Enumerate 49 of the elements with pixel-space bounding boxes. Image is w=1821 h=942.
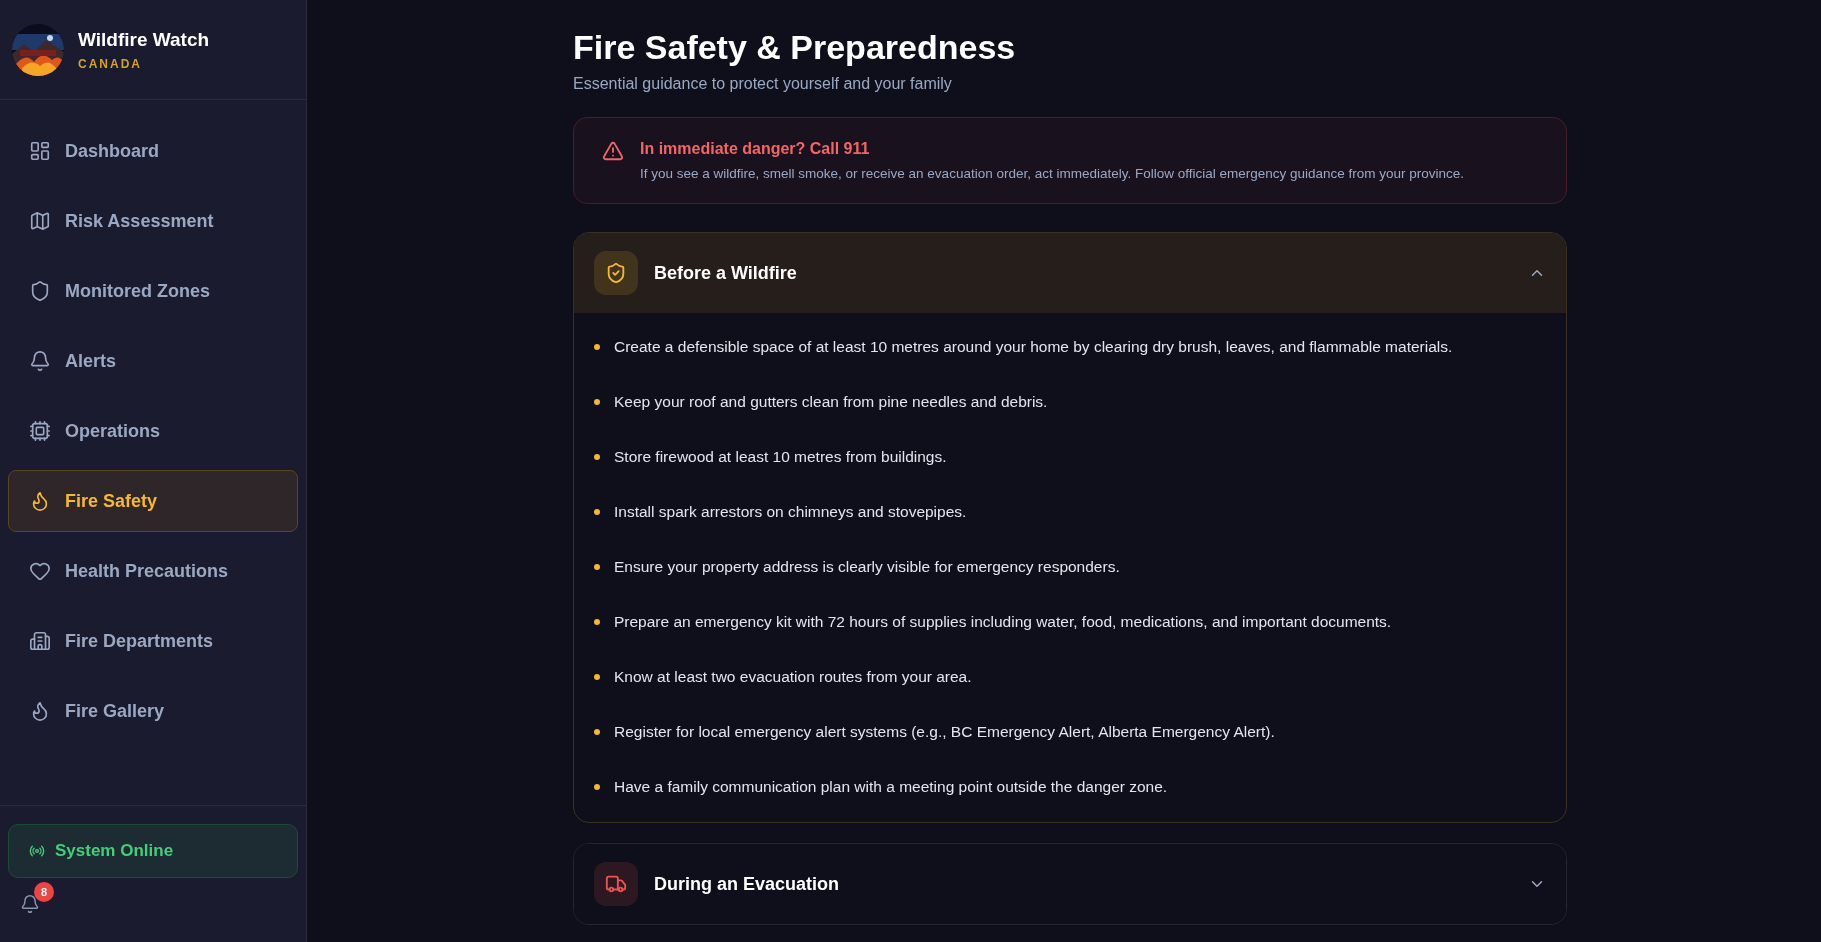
bullet-icon bbox=[594, 618, 600, 625]
warning-icon bbox=[602, 140, 624, 162]
sidebar-item[interactable]: Risk Assessment bbox=[8, 190, 298, 252]
system-status: System Online bbox=[8, 824, 298, 878]
sidebar-item[interactable]: Alerts bbox=[8, 330, 298, 392]
shield-icon bbox=[29, 280, 51, 302]
bullet-icon bbox=[594, 453, 600, 460]
bullet-icon bbox=[594, 398, 600, 405]
sidebar-item[interactable]: Fire Gallery bbox=[8, 680, 298, 742]
bullet-icon bbox=[594, 563, 600, 570]
tip-text: Keep your roof and gutters clean from pine needles and debris. bbox=[614, 392, 1048, 411]
sidebar-item[interactable]: Dashboard bbox=[8, 120, 298, 182]
building-icon bbox=[29, 630, 51, 652]
tip-text: Prepare an emergency kit with 72 hours of supplies including water, food, medications, and important documents. bbox=[614, 612, 1392, 631]
bullet-icon bbox=[594, 783, 600, 790]
bullet-icon bbox=[594, 508, 600, 515]
heart-icon bbox=[29, 560, 51, 582]
bell-icon bbox=[29, 350, 51, 372]
radio-signal-icon bbox=[29, 843, 45, 859]
sidebar-item[interactable]: Operations bbox=[8, 400, 298, 462]
bullet-icon bbox=[594, 343, 600, 350]
tip-text: Register for local emergency alert systems (e.g., BC Emergency Alert, Alberta Emergency Alert). bbox=[614, 722, 1275, 741]
sidebar-item[interactable]: Monitored Zones bbox=[8, 260, 298, 322]
notifications-icon[interactable] bbox=[20, 894, 40, 914]
sidebar-item[interactable]: Fire Safety bbox=[8, 470, 298, 532]
alert-title: In immediate danger? Call 911 bbox=[640, 140, 871, 158]
tip-text: Create a defensible space of at least 10 metres around your home by clearing dry brush, leaves, and flammable materials. bbox=[614, 337, 1453, 356]
app-subtitle: CANADA bbox=[78, 56, 143, 71]
page-title: Fire Safety & Preparedness bbox=[573, 28, 1017, 67]
tip-text: Store firewood at least 10 metres from buildings. bbox=[614, 447, 947, 466]
app-title: Wildfire Watch bbox=[78, 28, 210, 51]
tip-text: Know at least two evacuation routes from your area. bbox=[614, 667, 972, 686]
bullet-icon bbox=[594, 673, 600, 680]
tip-text: Install spark arrestors on chimneys and stovepipes. bbox=[614, 502, 967, 521]
sidebar-item[interactable]: Health Precautions bbox=[8, 540, 298, 602]
alert-text: If you see a wildfire, smell smoke, or receive an evacuation order, act immediately. Follow official emergency guidance from your province. bbox=[640, 166, 1465, 181]
dashboard-icon bbox=[29, 140, 51, 162]
tip-text: Ensure your property address is clearly visible for emergency responders. bbox=[614, 557, 1120, 576]
sidebar-item[interactable]: Fire Departments bbox=[8, 610, 298, 672]
page-subtitle: Essential guidance to protect yourself and your family bbox=[573, 75, 953, 93]
section-title: Before a Wildfire bbox=[654, 262, 798, 284]
section-title: During an Evacuation bbox=[654, 873, 841, 895]
accordion-header[interactable]: Before a Wildfire bbox=[574, 233, 1566, 313]
accordion-header[interactable]: During an Evacuation bbox=[574, 844, 1566, 924]
map-icon bbox=[29, 210, 51, 232]
notification-count: 8 bbox=[34, 882, 54, 902]
bullet-icon bbox=[594, 728, 600, 735]
tip-text: Have a family communication plan with a meeting point outside the danger zone. bbox=[614, 777, 1168, 796]
chip-icon bbox=[29, 420, 51, 442]
